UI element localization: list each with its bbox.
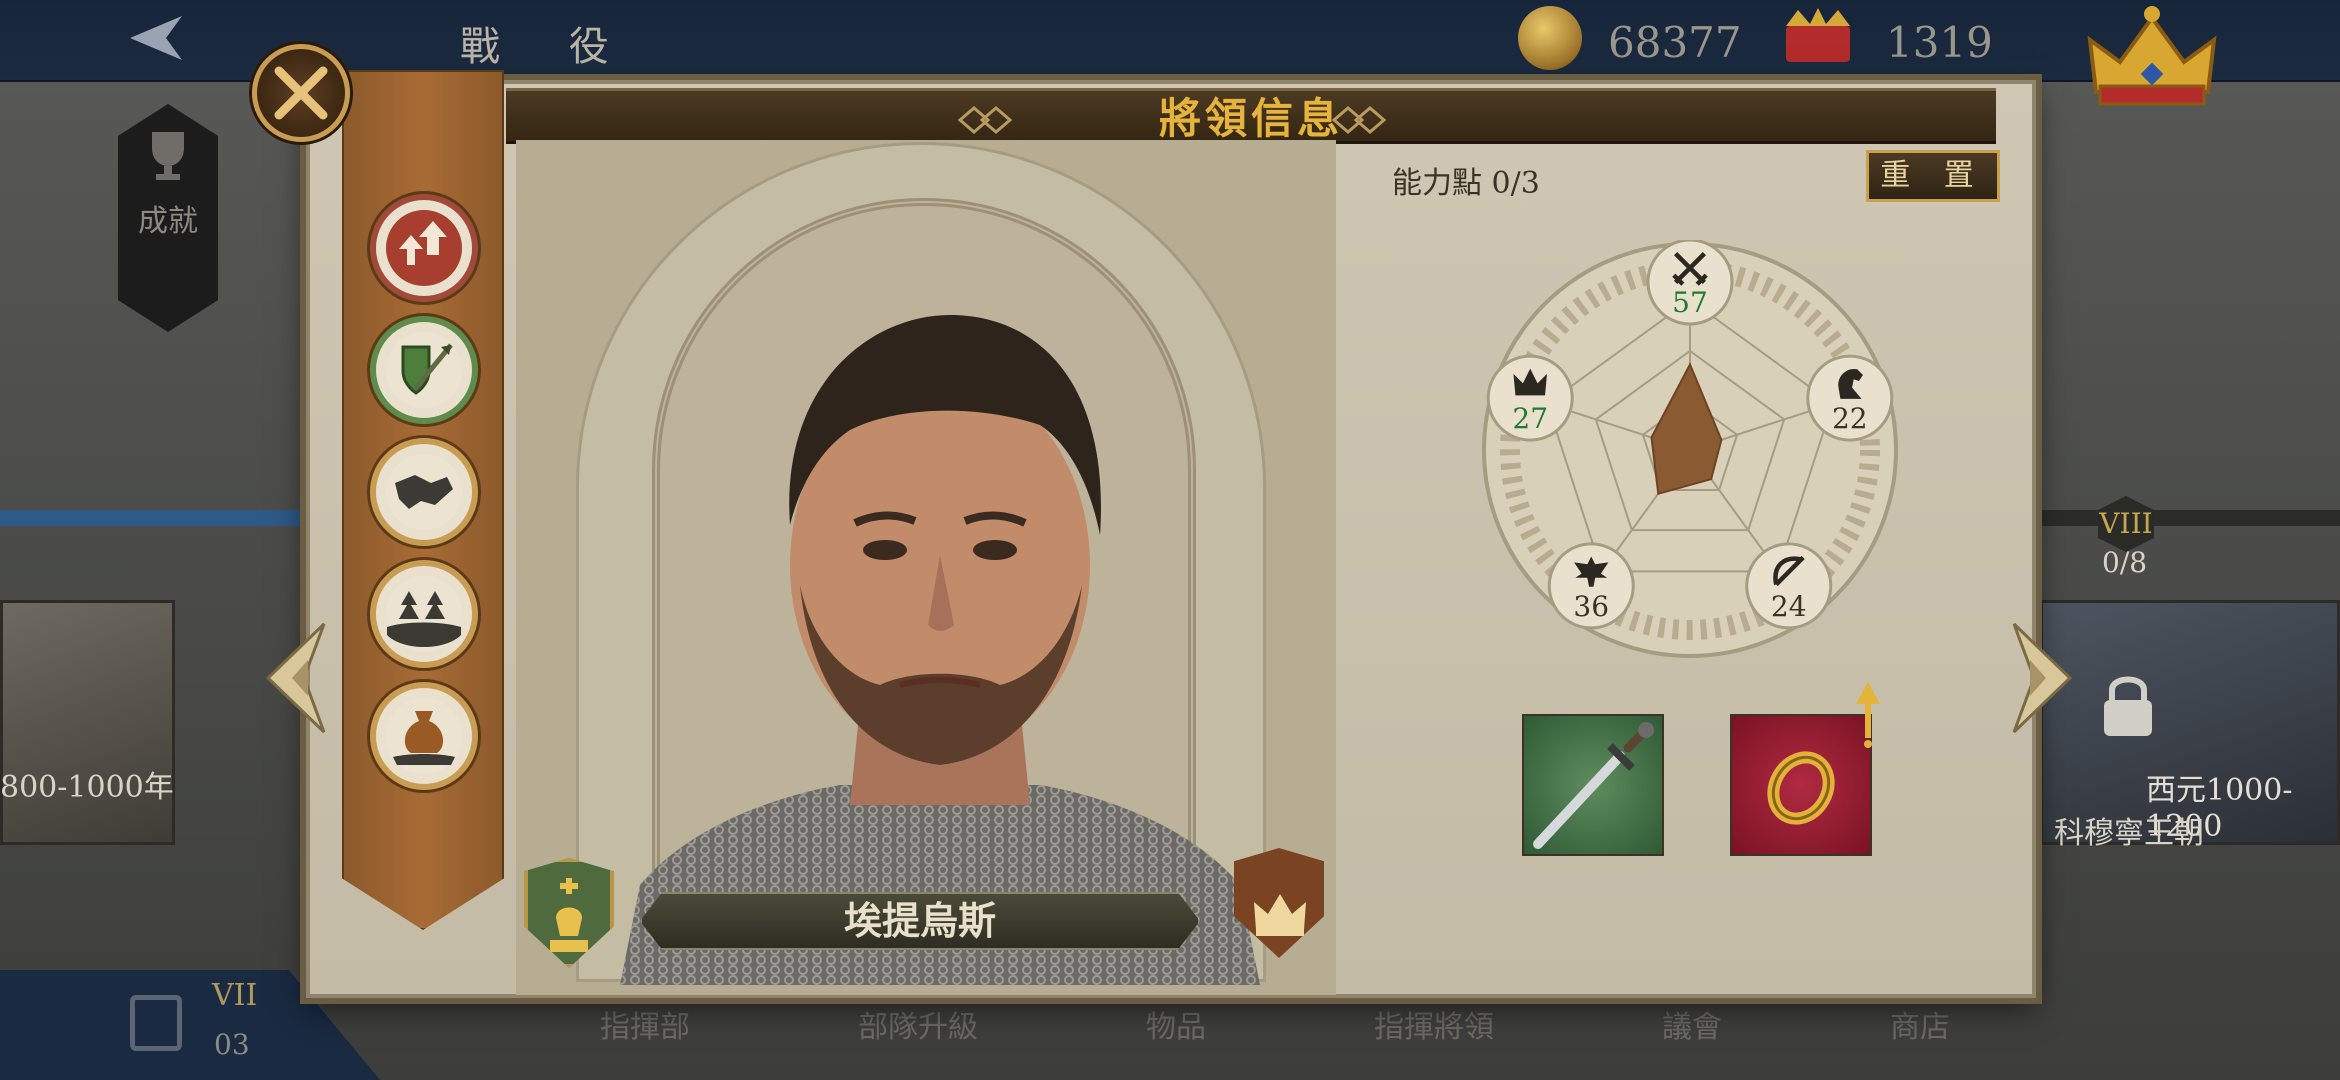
forest-icon bbox=[386, 576, 462, 652]
skill-diplomacy[interactable] bbox=[370, 438, 478, 546]
shield-spear-icon bbox=[386, 332, 462, 408]
bishop-piece-icon bbox=[550, 878, 588, 952]
tab-items[interactable]: 物品 bbox=[1146, 1002, 1206, 1045]
era-card-left-label: 800-1000年 bbox=[0, 770, 174, 805]
tab-command[interactable]: 指揮部 bbox=[600, 1002, 690, 1045]
skill-charge[interactable] bbox=[370, 194, 478, 302]
title-ornament-right-icon bbox=[1332, 106, 1386, 134]
premium-crown-icon[interactable] bbox=[2082, 4, 2222, 112]
charge-arrows-icon bbox=[386, 210, 462, 286]
sword-icon bbox=[1533, 722, 1654, 849]
ring-icon bbox=[1767, 751, 1835, 825]
gold-amount: 68377 bbox=[1608, 18, 1742, 67]
equipment-slot-ring[interactable] bbox=[1730, 714, 1872, 856]
skill-defense[interactable] bbox=[370, 316, 478, 424]
era-card-right-dynasty: 科穆寧王朝 bbox=[2054, 816, 2204, 851]
skill-terrain[interactable] bbox=[370, 560, 478, 668]
equipment-slot-sword[interactable] bbox=[1522, 714, 1664, 856]
timeline-stripe-left bbox=[0, 510, 300, 526]
achievement-label: 成就 bbox=[138, 204, 198, 239]
tab-council[interactable]: 議會 bbox=[1662, 1002, 1722, 1045]
supply-bag-icon bbox=[386, 698, 462, 774]
trophy-icon bbox=[152, 132, 184, 180]
modal-header: 將領信息 bbox=[506, 88, 1996, 144]
lock-icon bbox=[2104, 676, 2152, 736]
stat-node-leadership: 27 bbox=[1486, 354, 1574, 442]
king-crown-icon bbox=[1254, 894, 1306, 936]
timeline-stripe-right bbox=[2040, 510, 2340, 526]
tab-shop[interactable]: 商店 bbox=[1890, 1002, 1950, 1045]
stat-node-archery: 24 bbox=[1745, 542, 1833, 630]
tab-generals[interactable]: 指揮將領 bbox=[1374, 1002, 1494, 1045]
upgrade-arrow-icon bbox=[1856, 682, 1880, 748]
stat-value-infantry: 36 bbox=[1573, 590, 1609, 623]
chapter-progress: 0/8 bbox=[2102, 546, 2148, 579]
stat-node-cavalry: 22 bbox=[1806, 354, 1894, 442]
ability-points: 能力點 0/3 bbox=[1392, 166, 1540, 201]
stat-value-leadership: 27 bbox=[1512, 402, 1548, 435]
modal-title: 將領信息 bbox=[1158, 94, 1343, 143]
save-number: 03 bbox=[214, 1028, 250, 1061]
top-bar: 戰 役 68377 1319 bbox=[0, 0, 2340, 106]
stat-value-attack: 57 bbox=[1672, 286, 1708, 319]
stat-value-cavalry: 22 bbox=[1832, 402, 1868, 435]
general-name: 埃提烏斯 bbox=[843, 898, 996, 943]
crown-currency-icon bbox=[1786, 8, 1850, 62]
top-title: 戰 役 bbox=[460, 24, 637, 70]
save-numeral: VII bbox=[212, 978, 258, 1013]
close-button[interactable] bbox=[252, 44, 350, 142]
stat-node-infantry: 36 bbox=[1547, 542, 1635, 630]
ability-radar-chart: 57 22 24 36 27 bbox=[1482, 240, 1898, 658]
reset-button[interactable]: 重 置 bbox=[1866, 150, 2000, 202]
close-icon bbox=[274, 66, 328, 120]
stat-value-archery: 24 bbox=[1771, 590, 1807, 623]
gold-coin-icon bbox=[1518, 6, 1582, 70]
next-general-arrow-icon[interactable] bbox=[2006, 620, 2076, 736]
skill-supply[interactable] bbox=[370, 682, 478, 790]
stat-node-attack: 57 bbox=[1646, 240, 1734, 326]
crown-amount: 1319 bbox=[1886, 18, 1993, 67]
general-portrait bbox=[620, 315, 1260, 985]
tab-upgrade[interactable]: 部隊升級 bbox=[858, 1002, 978, 1045]
handshake-icon bbox=[386, 454, 462, 530]
back-arrow-icon[interactable] bbox=[112, 8, 192, 68]
bottom-tabs: 指揮部 部隊升級 物品 指揮將領 議會 商店 bbox=[600, 1002, 1950, 1045]
era-card-left[interactable] bbox=[0, 600, 175, 845]
prev-general-arrow-icon[interactable] bbox=[262, 620, 332, 736]
save-icon[interactable] bbox=[130, 995, 182, 1051]
